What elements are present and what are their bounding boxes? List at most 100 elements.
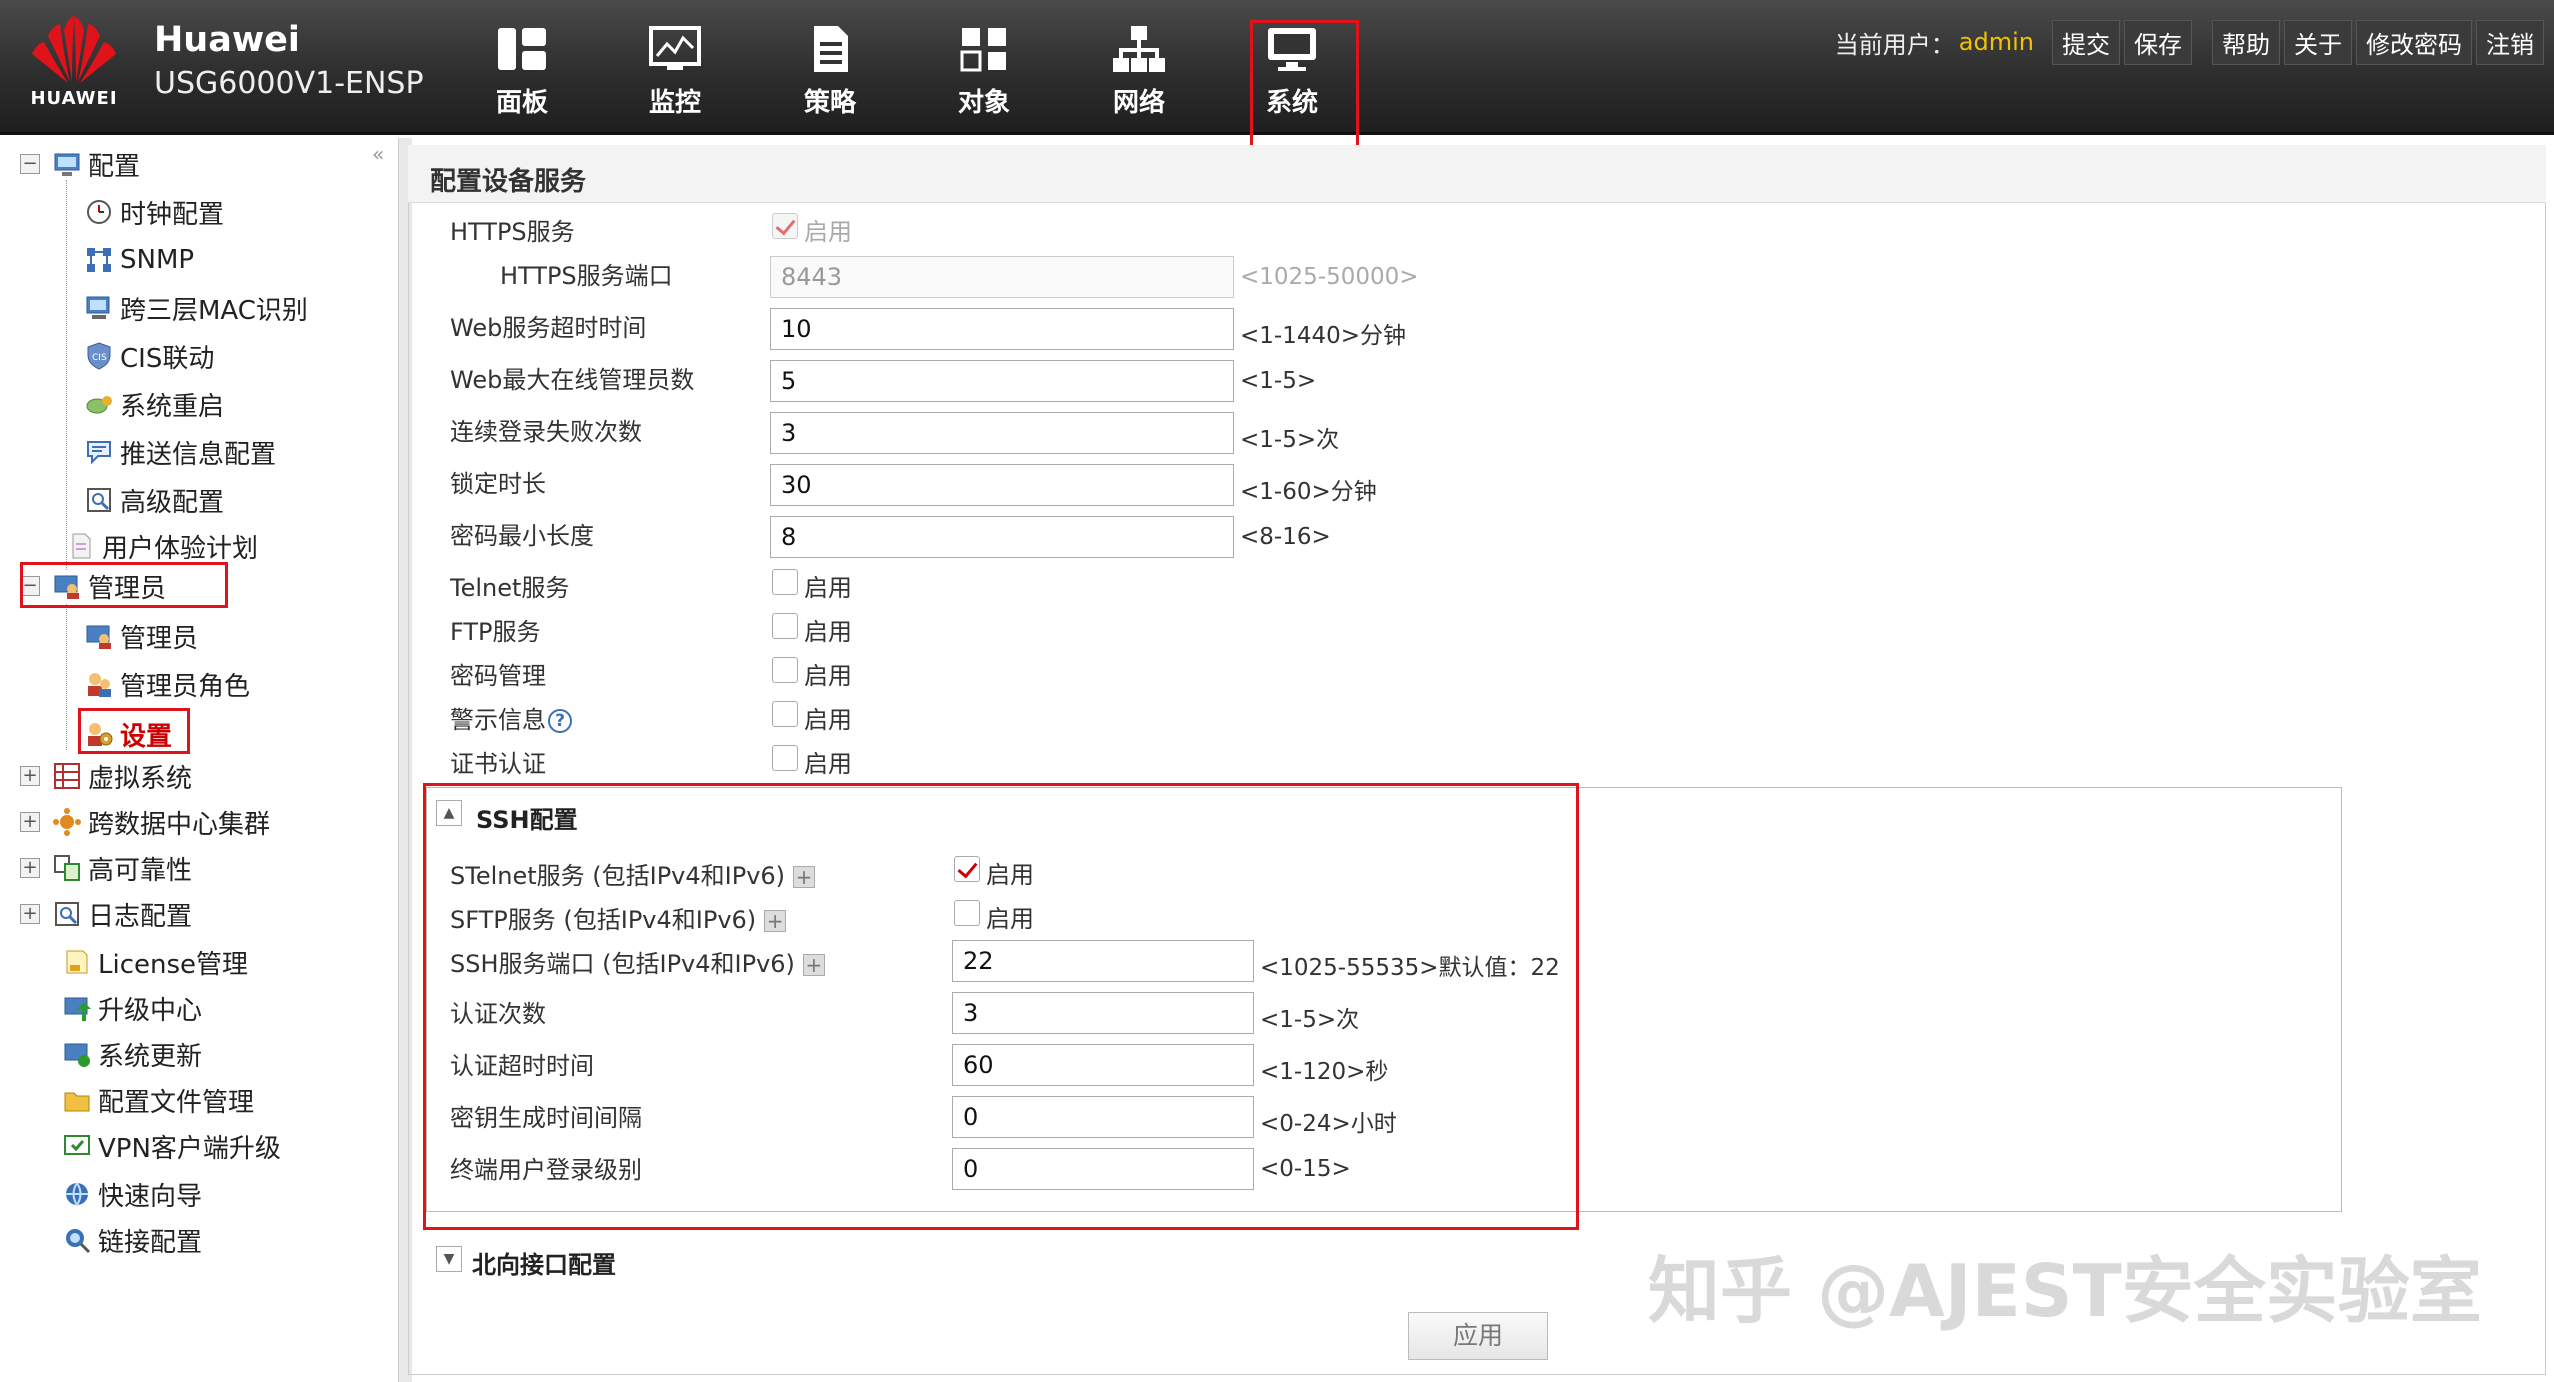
ssh-collapse-toggle[interactable]: ▲	[436, 800, 462, 826]
sidebar-item-admin[interactable]: 管理员	[84, 616, 198, 656]
sidebar-item-label: 推送信息配置	[120, 439, 277, 470]
web-max-admins-hint: <1-5>	[1240, 368, 1317, 394]
sftp-service-label: SFTP服务 (包括IPv4和IPv6)	[450, 906, 757, 934]
sidebar-item-label: 高级配置	[120, 487, 225, 518]
stelnet-service-checkbox[interactable]	[954, 856, 980, 882]
sidebar-collapse-icon[interactable]: «	[372, 142, 384, 166]
brand-name: Huawei	[154, 20, 300, 60]
sidebar-item-log-config[interactable]: + 日志配置	[20, 894, 192, 934]
web-timeout-input[interactable]	[770, 308, 1234, 350]
expand-toggle-icon[interactable]: +	[20, 858, 40, 878]
ftp-service-checkbox[interactable]	[772, 613, 798, 639]
sftp-enable-label: 启用	[986, 905, 1034, 933]
sidebar-item-config-file[interactable]: 配置文件管理	[62, 1080, 254, 1120]
northbound-expand-toggle[interactable]: ▼	[436, 1246, 462, 1272]
sidebar-item-ux-plan[interactable]: 用户体验计划	[66, 526, 258, 566]
sftp-label-wrap: SFTP服务 (包括IPv4和IPv6) +	[450, 900, 787, 935]
sidebar-item-cis[interactable]: CIS CIS联动	[84, 336, 214, 376]
sidebar-item-cross-dc-cluster[interactable]: + 跨数据中心集群	[20, 802, 270, 842]
key-interval-label: 密钥生成时间间隔	[450, 1104, 642, 1132]
save-button[interactable]: 保存	[2124, 19, 2192, 65]
auth-count-input[interactable]	[952, 992, 1254, 1034]
sidebar-item-label: SNMP	[120, 245, 195, 275]
sidebar-item-label: 系统重启	[120, 391, 225, 422]
sidebar-item-push-info[interactable]: 推送信息配置	[84, 432, 276, 472]
sidebar-item-quick-wizard[interactable]: 快速向导	[62, 1174, 202, 1214]
current-username: admin	[1958, 28, 2034, 56]
nav-monitor[interactable]: 监控	[620, 24, 730, 124]
sidebar-item-license[interactable]: License管理	[62, 942, 248, 982]
expand-plus-icon[interactable]: +	[802, 954, 825, 976]
warning-info-checkbox[interactable]	[772, 701, 798, 727]
expand-toggle-icon[interactable]: +	[20, 766, 40, 786]
sidebar-item-label: 配置文件管理	[98, 1087, 255, 1118]
nav-dashboard[interactable]: 面板	[467, 24, 577, 124]
user-login-level-hint: <0-15>	[1260, 1156, 1351, 1182]
lock-duration-input[interactable]	[770, 464, 1234, 506]
help-button[interactable]: 帮助	[2212, 19, 2280, 65]
https-port-hint: <1025-50000>	[1240, 264, 1419, 290]
https-service-enable-label: 启用	[804, 218, 852, 246]
ssh-port-input[interactable]	[952, 940, 1254, 982]
user-login-level-input[interactable]	[952, 1148, 1254, 1190]
collapse-toggle-icon[interactable]: −	[20, 154, 40, 174]
sidebar-item-snmp[interactable]: SNMP	[84, 240, 194, 280]
nav-policy[interactable]: 策略	[775, 24, 885, 124]
ssh-port-label: SSH服务端口 (包括IPv4和IPv6)	[450, 950, 795, 978]
expand-plus-icon[interactable]: +	[793, 866, 816, 888]
telnet-service-checkbox[interactable]	[772, 569, 798, 595]
sidebar-item-reboot[interactable]: 系统重启	[84, 384, 224, 424]
telnet-enable-label: 启用	[804, 574, 852, 602]
sidebar-item-ha[interactable]: + 高可靠性	[20, 848, 192, 888]
sidebar-item-label: 跨三层MAC识别	[120, 295, 308, 326]
expand-plus-icon[interactable]: +	[764, 910, 787, 932]
user-login-level-label: 终端用户登录级别	[450, 1156, 642, 1184]
sidebar-item-link-config[interactable]: 链接配置	[62, 1220, 202, 1260]
https-service-checkbox	[772, 213, 798, 239]
sidebar-item-label: 高可靠性	[88, 855, 193, 886]
cert-auth-checkbox[interactable]	[772, 745, 798, 771]
sidebar-item-system-update[interactable]: 系统更新	[62, 1034, 202, 1074]
object-icon	[960, 28, 1006, 72]
ssh-config-title: SSH配置	[476, 806, 578, 834]
password-min-length-input[interactable]	[770, 516, 1234, 558]
sidebar-item-upgrade-center[interactable]: 升级中心	[62, 988, 202, 1028]
login-fail-count-label: 连续登录失败次数	[450, 418, 642, 446]
change-password-button[interactable]: 修改密码	[2356, 19, 2472, 65]
sidebar-item-label: 链接配置	[98, 1227, 203, 1258]
sidebar-item-l3-mac[interactable]: 跨三层MAC识别	[84, 288, 308, 328]
sidebar-item-clock[interactable]: 时钟配置	[84, 192, 224, 232]
sidebar-item-advanced[interactable]: 高级配置	[84, 480, 224, 520]
expand-toggle-icon[interactable]: +	[20, 904, 40, 924]
ssh-port-hint: <1025-55535>默认值：22	[1260, 955, 1560, 981]
logo-text: HUAWEI	[30, 88, 118, 109]
sidebar-item-virtual-system[interactable]: + 虚拟系统	[20, 756, 192, 796]
auth-timeout-label: 认证超时时间	[450, 1052, 594, 1080]
document-icon	[72, 533, 91, 559]
login-fail-count-input[interactable]	[770, 412, 1234, 454]
logout-button[interactable]: 注销	[2476, 19, 2544, 65]
current-user-label: 当前用户：	[1834, 30, 1955, 59]
nav-network[interactable]: 网络	[1084, 24, 1194, 124]
apply-button[interactable]: 应用	[1408, 1312, 1548, 1360]
stelnet-service-label: STelnet服务 (包括IPv4和IPv6)	[450, 862, 786, 890]
sidebar-item-label: 管理员角色	[120, 671, 251, 702]
web-max-admins-input[interactable]	[770, 360, 1234, 402]
policy-icon	[814, 26, 848, 72]
sidebar-item-admin-role[interactable]: 管理员角色	[84, 664, 250, 704]
about-button[interactable]: 关于	[2284, 19, 2352, 65]
snmp-icon	[87, 248, 111, 272]
sidebar-item-config[interactable]: − 配置	[20, 144, 140, 184]
sidebar-item-vpn-client-upgrade[interactable]: VPN客户端升级	[62, 1126, 281, 1166]
password-mgmt-checkbox[interactable]	[772, 657, 798, 683]
auth-timeout-input[interactable]	[952, 1044, 1254, 1086]
commit-button[interactable]: 提交	[2052, 19, 2120, 65]
nav-object[interactable]: 对象	[929, 24, 1039, 124]
northbound-config-title[interactable]: 北向接口配置	[472, 1245, 616, 1280]
help-icon[interactable]: ?	[548, 709, 572, 733]
https-port-input	[770, 256, 1234, 298]
key-interval-input[interactable]	[952, 1096, 1254, 1138]
config-icon	[54, 153, 80, 176]
expand-toggle-icon[interactable]: +	[20, 812, 40, 832]
sftp-service-checkbox[interactable]	[954, 900, 980, 926]
